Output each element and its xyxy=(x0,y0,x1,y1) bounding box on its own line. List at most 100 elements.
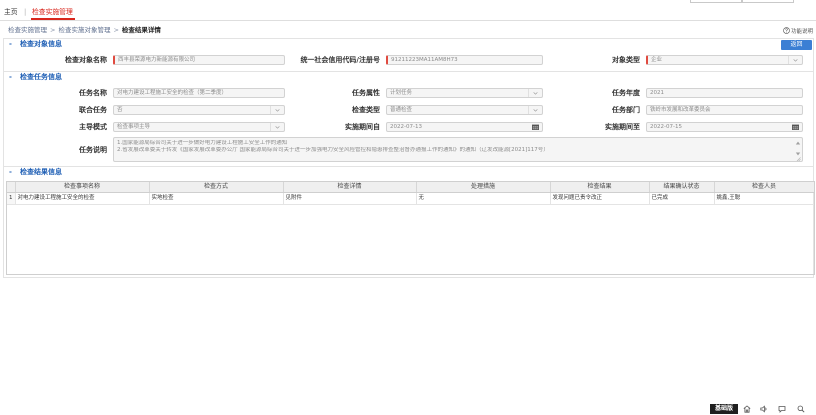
section-collapse-toggle[interactable]: - xyxy=(9,167,12,178)
cell-item-name: 对电力建设工程施工安全的检查 xyxy=(15,192,150,205)
cell-confirm-status: 已完成 xyxy=(649,192,715,205)
task-name-field[interactable]: 对电力建设工程施工安全的检查（第二季度） xyxy=(113,88,285,98)
breadcrumb-item-inspection-management[interactable]: 检查实施管理 xyxy=(8,26,47,34)
period-from-date-field[interactable]: 2022-07-13 xyxy=(386,122,543,132)
task-year-value: 2021 xyxy=(650,90,664,96)
task-description-textarea[interactable]: 1.国家能源局综合司关于进一步做好电力建设工程施工安全工作的通知 2.省发展改革… xyxy=(113,137,803,162)
column-header-item-name: 检查事项名称 xyxy=(15,182,150,193)
check-type-value: 普通检查 xyxy=(390,107,413,113)
task-department-field[interactable]: 铁岭市发展和改革委员会 xyxy=(646,105,803,115)
nav-separator: | xyxy=(24,8,27,16)
credit-code-field[interactable]: 91211223MA11AM8H73 xyxy=(386,55,543,65)
scroll-up-icon[interactable] xyxy=(795,141,801,145)
table-header-row: 检查事项名称 检查方式 检查详情 处理措施 检查结果 结果确认状态 检查人员 xyxy=(7,182,814,193)
label-task-year: 任务年度 xyxy=(612,89,640,97)
top-nav: 主页 | 检查实施管理 xyxy=(0,4,816,21)
column-header-inspectors: 检查人员 xyxy=(714,182,814,193)
breadcrumb: 检查实施管理 > 检查实施对象管理 > 检查结果详情 xyxy=(8,26,161,35)
section-header-task-info: - 检查任务信息 xyxy=(4,71,813,83)
section-title: 检查任务信息 xyxy=(20,73,62,81)
section-collapse-toggle[interactable]: - xyxy=(9,39,12,50)
help-label: 功能说明 xyxy=(790,28,813,35)
label-object-type: 对象类型 xyxy=(612,56,640,64)
result-table: 检查事项名称 检查方式 检查详情 处理措施 检查结果 结果确认状态 检查人员 1… xyxy=(6,181,815,275)
basic-version-button[interactable]: 基础版 xyxy=(710,404,738,414)
label-lead-mode: 主导模式 xyxy=(79,123,107,131)
breadcrumb-item-result-detail: 检查结果详情 xyxy=(121,26,161,34)
cell-measures: 无 xyxy=(416,192,551,205)
period-to-date-field[interactable]: 2022-07-15 xyxy=(646,122,803,132)
cell-detail: 见附件 xyxy=(283,192,417,205)
task-name-value: 对电力建设工程施工安全的检查（第二季度） xyxy=(117,90,228,96)
speaker-icon[interactable] xyxy=(760,405,768,413)
label-task-department: 任务部门 xyxy=(612,106,640,114)
check-type-select[interactable]: 普通检查 xyxy=(386,105,543,115)
lead-mode-value: 检查事项主导 xyxy=(117,124,151,130)
column-header-result: 检查结果 xyxy=(550,182,650,193)
object-name-value: 西丰县荣源电力新能源有限公司 xyxy=(118,57,196,63)
textarea-scrollbar[interactable] xyxy=(794,138,802,161)
question-circle-icon xyxy=(783,27,790,34)
calendar-icon[interactable] xyxy=(532,124,539,130)
cell-inspectors: 姚鑫,王聪 xyxy=(714,192,814,205)
nav-tab-inspection-management[interactable]: 检查实施管理 xyxy=(32,8,73,17)
joint-task-select[interactable]: 否 xyxy=(113,105,285,115)
task-description-line: 2.省发展改革委关于转发《国家发展改革委办公厅 国家能源局综合司关于进一步加强电… xyxy=(117,147,549,153)
label-joint-task: 联合任务 xyxy=(79,106,107,114)
breadcrumb-separator: > xyxy=(50,26,56,34)
column-header-index xyxy=(7,182,16,193)
label-object-name: 检查对象名称 xyxy=(65,56,107,64)
section-collapse-toggle[interactable]: - xyxy=(9,72,12,83)
window-tab-edge xyxy=(690,0,742,3)
breadcrumb-item-object-management[interactable]: 检查实施对象管理 xyxy=(58,26,110,34)
label-task-description: 任务说明 xyxy=(79,146,107,154)
section-title: 检查对象信息 xyxy=(20,40,62,48)
label-period-from: 实施期间自 xyxy=(345,123,380,131)
label-period-to: 实施期间至 xyxy=(605,123,640,131)
label-task-attribute: 任务属性 xyxy=(352,89,380,97)
section-header-object-info: - 检查对象信息 xyxy=(4,39,813,51)
joint-task-value: 否 xyxy=(117,107,123,113)
period-from-value: 2022-07-13 xyxy=(390,124,422,130)
credit-code-value: 91211223MA11AM8H73 xyxy=(391,57,458,63)
section-title: 检查结果信息 xyxy=(20,168,62,176)
search-icon[interactable] xyxy=(797,405,805,413)
active-tab-indicator xyxy=(31,18,75,20)
accessibility-toolbar: 基础版 xyxy=(0,402,816,415)
task-year-field[interactable]: 2021 xyxy=(646,88,803,98)
back-button[interactable]: 返回 xyxy=(781,40,812,50)
label-credit-code: 统一社会信用代码/注册号 xyxy=(300,56,380,64)
period-to-value: 2022-07-15 xyxy=(650,124,682,130)
calendar-icon[interactable] xyxy=(792,124,799,130)
task-description-text: 1.国家能源局综合司关于进一步做好电力建设工程施工安全工作的通知 2.省发展改革… xyxy=(117,140,792,154)
home-icon[interactable] xyxy=(743,405,751,413)
task-description-line: 1.国家能源局综合司关于进一步做好电力建设工程施工安全工作的通知 xyxy=(117,140,288,146)
task-department-value: 铁岭市发展和改革委员会 xyxy=(650,107,711,113)
column-header-confirm-status: 结果确认状态 xyxy=(649,182,715,193)
chevron-down-icon[interactable] xyxy=(788,56,802,64)
scroll-down-icon[interactable] xyxy=(795,152,801,156)
section-header-result-info: - 检查结果信息 xyxy=(4,166,813,178)
column-header-detail: 检查详情 xyxy=(283,182,417,193)
column-header-measures: 处理措施 xyxy=(416,182,551,193)
object-type-select[interactable]: 企业 xyxy=(646,55,803,65)
cell-result: 发现问题已责令改正 xyxy=(550,192,650,205)
label-check-type: 检查类型 xyxy=(352,106,380,114)
table-row[interactable]: 1 对电力建设工程施工安全的检查 实地检查 见附件 无 发现问题已责令改正 已完… xyxy=(7,192,814,205)
column-header-method: 检查方式 xyxy=(149,182,284,193)
lead-mode-select[interactable]: 检查事项主导 xyxy=(113,122,285,132)
cell-index: 1 xyxy=(7,192,16,205)
nav-home-link[interactable]: 主页 xyxy=(4,8,18,17)
task-attribute-select[interactable]: 计划任务 xyxy=(386,88,543,98)
object-type-value: 企业 xyxy=(651,57,663,63)
resize-grip-icon[interactable] xyxy=(795,157,801,161)
help-link[interactable]: 功能说明 xyxy=(783,26,813,35)
chat-icon[interactable] xyxy=(778,405,786,413)
cell-method: 实地检查 xyxy=(149,192,284,205)
breadcrumb-separator: > xyxy=(113,26,119,34)
label-task-name: 任务名称 xyxy=(79,89,107,97)
result-table-grid: 检查事项名称 检查方式 检查详情 处理措施 检查结果 结果确认状态 检查人员 1… xyxy=(7,182,814,205)
window-tab-edge xyxy=(742,0,794,3)
task-attribute-value: 计划任务 xyxy=(390,90,413,96)
object-name-field[interactable]: 西丰县荣源电力新能源有限公司 xyxy=(113,55,285,65)
